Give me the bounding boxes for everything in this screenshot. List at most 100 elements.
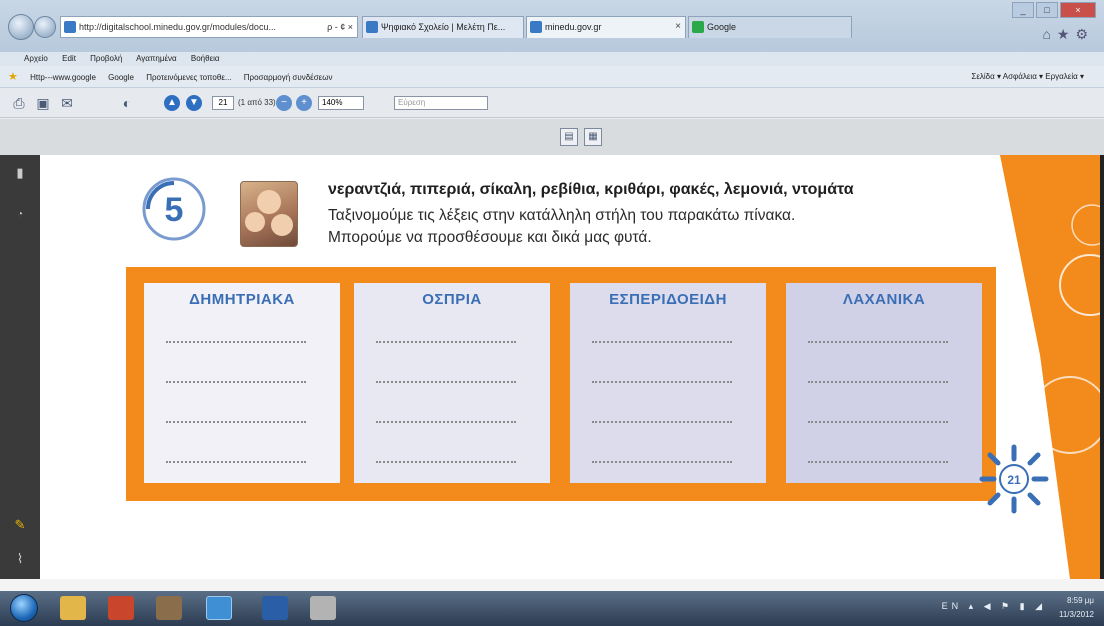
- word-icon[interactable]: [262, 596, 288, 620]
- menu-favorites[interactable]: Αγαπημένα: [136, 54, 177, 63]
- address-bar[interactable]: http://digitalschool.minedu.gov.gr/modul…: [60, 16, 358, 38]
- language-indicator: EN: [941, 601, 963, 611]
- next-page-icon[interactable]: ▼: [186, 95, 202, 111]
- column-title: ΛΑΧΑΝΙΚΑ: [842, 291, 926, 308]
- column-title: ΕΣΠΕΡΙΔΟΕΙΔΗ: [609, 291, 727, 308]
- tab-favicon-icon: [366, 21, 378, 33]
- calendar-icon[interactable]: [310, 596, 336, 620]
- page-number-input[interactable]: 21: [212, 96, 234, 110]
- pdf-tools-icon[interactable]: ◐: [118, 94, 136, 112]
- tab-google[interactable]: Google: [688, 16, 852, 38]
- find-input[interactable]: Εύρεση: [394, 96, 488, 110]
- word-list: νεραντζιά, πιπεριά, σίκαλη, ρεβίθια, κρι…: [328, 181, 854, 198]
- answer-line[interactable]: [376, 381, 516, 383]
- internet-explorer-icon[interactable]: [206, 596, 232, 620]
- answer-line[interactable]: [166, 421, 306, 423]
- print-page-icon[interactable]: ▦: [584, 128, 602, 146]
- page-number-label: 21: [1007, 473, 1021, 487]
- pdf-page: 5 νεραντζιά, πιπεριά, σίκαλη, ρεβίθια, κ…: [40, 155, 1100, 579]
- media-player-icon[interactable]: [108, 596, 134, 620]
- save-icon[interactable]: ▣: [34, 94, 52, 112]
- column-title: ΟΣΠΡΙΑ: [422, 291, 482, 308]
- tab-label: Ψηφιακό Σχολείο | Μελέτη Πε...: [381, 22, 506, 32]
- address-controls[interactable]: ρ - ¢ ×: [327, 17, 353, 37]
- answer-line[interactable]: [376, 461, 516, 463]
- save-copy-icon[interactable]: ▤: [560, 128, 578, 146]
- address-text: http://digitalschool.minedu.gov.gr/modul…: [79, 22, 276, 32]
- answer-line[interactable]: [592, 381, 732, 383]
- answer-line[interactable]: [166, 381, 306, 383]
- tab-close-icon[interactable]: ×: [675, 17, 681, 37]
- instructions: Ταξινομούμε τις λέξεις στην κατάλληλη στ…: [328, 205, 795, 249]
- paint-icon[interactable]: [156, 596, 182, 620]
- orange-side-decoration: [1000, 155, 1100, 579]
- menu-edit[interactable]: Edit: [62, 54, 76, 63]
- exercise-number: 5: [165, 191, 184, 229]
- back-button[interactable]: [8, 14, 34, 40]
- favorite-link[interactable]: Προσαρμογή συνδέσεων: [244, 73, 333, 82]
- answer-line[interactable]: [808, 461, 948, 463]
- answer-line[interactable]: [592, 341, 732, 343]
- column-legumes: ΟΣΠΡΙΑ: [354, 283, 550, 483]
- paperclip-icon[interactable]: ⌇: [10, 549, 30, 569]
- share-icon[interactable]: ✉: [58, 94, 76, 112]
- column-title: ΔΗΜΗΤΡΙΑΚΑ: [189, 291, 295, 308]
- home-favorites-icons[interactable]: ⌂★⚙: [1042, 26, 1094, 43]
- tab-label: Google: [707, 22, 737, 32]
- clock[interactable]: 8:59 μμ 11/3/2012: [1059, 594, 1094, 622]
- answer-line[interactable]: [592, 461, 732, 463]
- tab-minedu[interactable]: minedu.gov.gr ×: [526, 16, 686, 38]
- menu-help[interactable]: Βοήθεια: [191, 54, 220, 63]
- favorite-link[interactable]: Google: [108, 73, 134, 82]
- zoom-out-icon[interactable]: −: [276, 95, 292, 111]
- children-illustration: [240, 181, 298, 247]
- tab-digitalschool[interactable]: Ψηφιακό Σχολείο | Μελέτη Πε...: [362, 16, 524, 38]
- column-vegetables: ΛΑΧΑΝΙΚΑ: [786, 283, 982, 483]
- favorites-bar: ★ Http---www.google Google Προτεινόμενες…: [0, 66, 1104, 88]
- favorite-link[interactable]: Http---www.google: [30, 73, 96, 82]
- answer-line[interactable]: [808, 381, 948, 383]
- pdf-side-panel: ▮ ◔ ✎ ⌇: [0, 155, 40, 579]
- menu-bar: Αρχείο Edit Προβολή Αγαπημένα Βοήθεια: [0, 52, 1104, 66]
- comments-icon[interactable]: ✎: [10, 515, 30, 535]
- instruction-line-2: Μπορούμε να προσθέσουμε και δικά μας φυτ…: [328, 229, 652, 246]
- start-button[interactable]: [10, 594, 38, 622]
- attachments-panel-icon[interactable]: ◔: [10, 205, 30, 225]
- window-controls: _ □ ×: [1012, 2, 1096, 18]
- browser-titlebar: http://digitalschool.minedu.gov.gr/modul…: [0, 0, 1104, 52]
- maximize-button[interactable]: □: [1036, 2, 1058, 18]
- minimize-button[interactable]: _: [1012, 2, 1034, 18]
- column-cereals: ΔΗΜΗΤΡΙΑΚΑ: [144, 283, 340, 483]
- page-count: (1 από 33): [238, 98, 276, 107]
- explorer-icon[interactable]: [60, 596, 86, 620]
- close-button[interactable]: ×: [1060, 2, 1096, 18]
- tab-label: minedu.gov.gr: [545, 22, 602, 32]
- menu-file[interactable]: Αρχείο: [24, 54, 48, 63]
- tab-favicon-icon: [530, 21, 542, 33]
- command-bar[interactable]: Σελίδα ▾ Ασφάλεια ▾ Εργαλεία ▾: [971, 66, 1084, 88]
- tray-icons[interactable]: EN ▴ ◀ ⚑ ▮ ◢: [942, 601, 1046, 612]
- pages-icon[interactable]: ▮: [10, 163, 30, 183]
- answer-line[interactable]: [376, 341, 516, 343]
- previous-page-icon[interactable]: ▲: [164, 95, 180, 111]
- tab-favicon-icon: [692, 21, 704, 33]
- answer-line[interactable]: [592, 421, 732, 423]
- print-icon[interactable]: ⎙: [10, 94, 28, 112]
- answer-line[interactable]: [166, 341, 306, 343]
- windows-taskbar: EN ▴ ◀ ⚑ ▮ ◢ 8:59 μμ 11/3/2012: [0, 591, 1104, 626]
- sun-page-icon: 21: [979, 444, 1049, 514]
- forward-button[interactable]: [34, 16, 56, 38]
- zoom-in-icon[interactable]: +: [296, 95, 312, 111]
- column-citrus: ΕΣΠΕΡΙΔΟΕΙΔΗ: [570, 283, 766, 483]
- answer-line[interactable]: [376, 421, 516, 423]
- answer-line[interactable]: [166, 461, 306, 463]
- page-favicon-icon: [64, 21, 76, 33]
- menu-view[interactable]: Προβολή: [90, 54, 122, 63]
- page-edge: [1100, 155, 1104, 579]
- favorite-link[interactable]: Προτεινόμενες τοποθε...: [146, 73, 231, 82]
- favorites-star-icon[interactable]: ★: [8, 71, 18, 83]
- pdf-toolbar: ⎙ ▣ ✉ ◐ ▲ ▼ 21 (1 από 33) − + 140% Εύρεσ…: [0, 88, 1104, 118]
- answer-line[interactable]: [808, 341, 948, 343]
- zoom-select[interactable]: 140%: [318, 96, 364, 110]
- answer-line[interactable]: [808, 421, 948, 423]
